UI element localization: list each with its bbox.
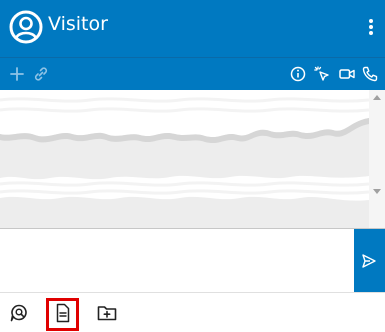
phone-icon[interactable] (361, 65, 379, 83)
chat-widget: Visitor (0, 0, 385, 332)
send-button[interactable] (354, 229, 385, 293)
link-icon[interactable] (32, 65, 50, 83)
page-title: Visitor (48, 13, 108, 35)
message-composer (0, 228, 385, 293)
chat-history[interactable] (0, 90, 385, 228)
footer-toolbar (0, 292, 385, 332)
chat-scrollbar[interactable] (369, 90, 385, 228)
plus-icon[interactable] (8, 65, 26, 83)
send-icon (362, 254, 376, 268)
kebab-menu-icon[interactable] (360, 14, 382, 40)
info-icon[interactable] (289, 65, 307, 83)
header: Visitor (0, 0, 385, 57)
folder-add-icon[interactable] (96, 302, 118, 324)
selected-highlight-box (46, 298, 79, 331)
toolbar (0, 57, 385, 90)
chat-search-icon[interactable] (8, 302, 30, 324)
user-circle-icon (9, 10, 43, 44)
message-input[interactable] (0, 229, 354, 292)
scroll-up-arrow-icon[interactable] (373, 95, 381, 100)
chat-history-placeholder (0, 90, 369, 228)
scroll-down-arrow-icon[interactable] (373, 189, 381, 194)
video-camera-icon[interactable] (338, 65, 356, 83)
cursor-click-icon[interactable] (313, 65, 331, 83)
